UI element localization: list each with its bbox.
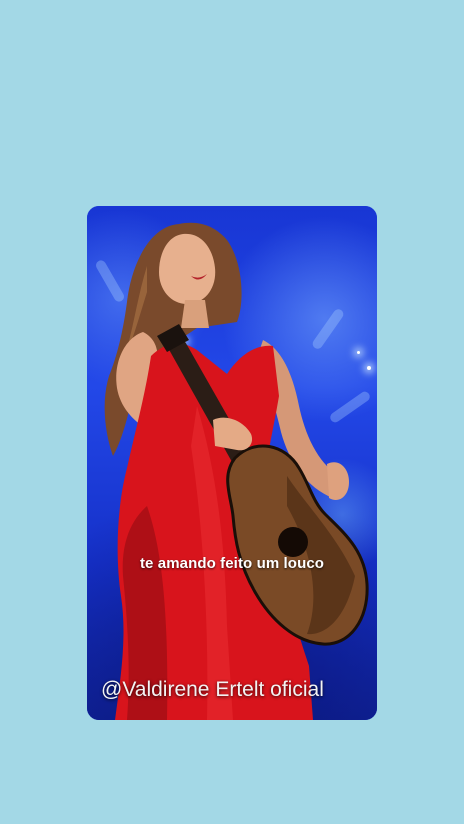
guitar-soundhole-icon: [278, 527, 308, 557]
lyrics-caption: te amando feito um louco: [139, 555, 325, 572]
neck-icon: [181, 300, 209, 328]
singer-with-guitar-icon: [104, 222, 369, 720]
right-hand-icon: [327, 462, 349, 501]
app-screen: { "story": { "caption": "te amando feito…: [0, 0, 464, 824]
creator-watermark: @Valdirene Ertelt oficial: [101, 678, 324, 701]
video-story-card[interactable]: te amando feito um louco @Valdirene Erte…: [87, 206, 377, 720]
